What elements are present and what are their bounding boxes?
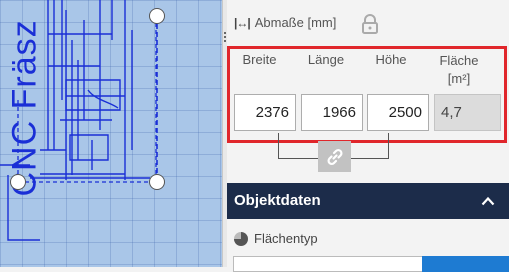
link-bracket-bottom-right xyxy=(351,158,389,159)
link-dimensions-button[interactable] xyxy=(318,141,351,172)
pie-icon xyxy=(234,231,248,246)
flaechentyp-select[interactable] xyxy=(233,256,423,272)
label-breite: Breite xyxy=(242,52,277,67)
lock-icon[interactable] xyxy=(361,14,379,34)
drawing-canvas[interactable]: CNC Fräsz xyxy=(0,0,222,267)
flaechentyp-select-button[interactable] xyxy=(422,256,509,272)
laenge-input[interactable]: 1966 xyxy=(301,94,363,131)
flaechentyp-label: Flächentyp xyxy=(254,231,318,246)
resize-handle-bottom-left[interactable] xyxy=(10,174,26,190)
canvas-object-label: CNC Fräsz xyxy=(5,19,44,197)
flaeche-value: 4,7 xyxy=(434,94,501,131)
flaechentyp-label-row: Flächentyp xyxy=(234,231,318,246)
dimensions-header: |↔| Abmaße [mm] xyxy=(234,15,336,30)
chevron-up-icon[interactable] xyxy=(481,196,495,206)
width-arrows-icon: |↔| xyxy=(234,15,251,30)
properties-panel: |↔| Abmaße [mm] Breite Länge Höhe Fläche… xyxy=(227,0,509,272)
breite-input[interactable]: 2376 xyxy=(234,94,296,131)
link-bracket-left xyxy=(278,133,279,158)
link-bracket-bottom-left xyxy=(278,158,318,159)
label-flaeche-name: Fläche xyxy=(439,53,479,68)
link-icon xyxy=(326,148,343,165)
resize-handle-bottom-right[interactable] xyxy=(149,174,165,190)
label-laenge: Länge xyxy=(307,52,345,67)
resize-handle-top[interactable] xyxy=(149,8,165,24)
label-flaeche: Fläche [m²] xyxy=(435,52,483,88)
hoehe-input[interactable]: 2500 xyxy=(367,94,429,131)
objektdaten-title: Objektdaten xyxy=(234,192,321,209)
link-bracket-right xyxy=(388,133,389,158)
label-hoehe: Höhe xyxy=(375,52,407,67)
dimensions-title: Abmaße [mm] xyxy=(254,15,337,30)
label-flaeche-unit: [m²] xyxy=(447,71,471,86)
objektdaten-header[interactable]: Objektdaten xyxy=(227,183,509,219)
